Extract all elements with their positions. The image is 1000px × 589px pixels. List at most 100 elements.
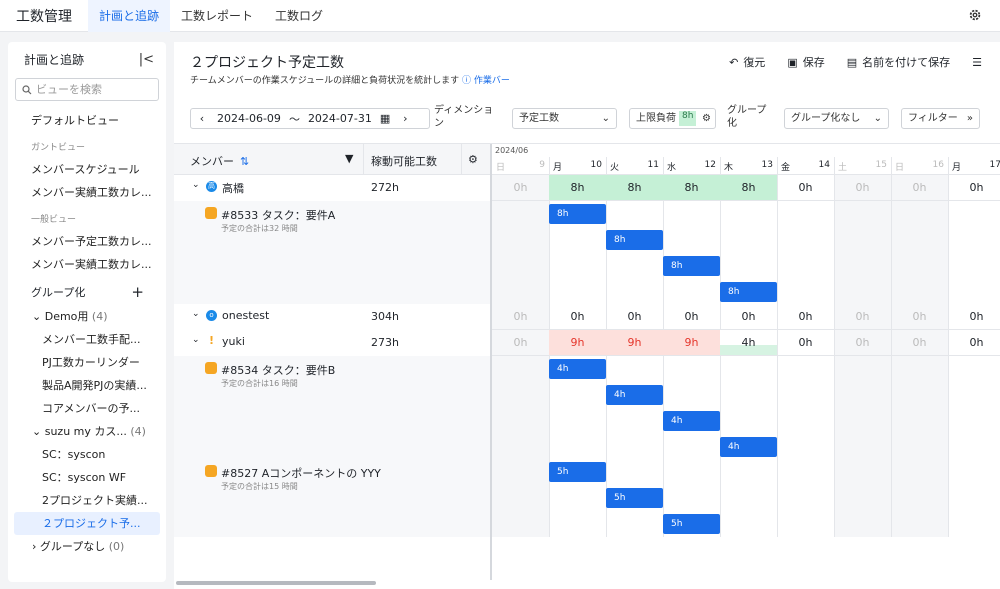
- load-cell[interactable]: 9h: [549, 330, 606, 355]
- load-cell[interactable]: 8h: [720, 175, 777, 200]
- load-cell[interactable]: 0h: [891, 330, 948, 355]
- add-group-icon[interactable]: +: [131, 283, 144, 301]
- tab-hour-log[interactable]: 工数ログ: [264, 0, 334, 32]
- task-bar[interactable]: 4h: [720, 437, 777, 457]
- subtitle-link[interactable]: 作業バー: [474, 76, 510, 86]
- load-cell[interactable]: 0h: [948, 175, 1000, 200]
- view-item[interactable]: SC：syscon: [8, 443, 166, 466]
- horizontal-scrollbar[interactable]: [174, 579, 1000, 587]
- load-cell[interactable]: 0h: [492, 175, 549, 200]
- load-cell[interactable]: 9h: [663, 330, 720, 355]
- load-cell[interactable]: 0h: [549, 304, 606, 329]
- folder-suzu[interactable]: ⌄ suzu my カス... (4): [8, 420, 166, 443]
- view-item[interactable]: メンバー工数手配...: [8, 328, 166, 351]
- load-cell[interactable]: 0h: [891, 175, 948, 200]
- collapse-icon[interactable]: |<: [139, 52, 154, 67]
- folder-count: (0): [108, 540, 125, 553]
- load-cell[interactable]: 0h: [492, 304, 549, 329]
- member-row[interactable]: ⌄ 高 高橋 272h: [174, 175, 490, 201]
- folder-demo[interactable]: ⌄ Demo用 (4): [8, 305, 166, 328]
- view-item-active[interactable]: ２プロジェクト予...: [14, 512, 160, 535]
- load-cell[interactable]: 0h: [777, 175, 834, 200]
- restore-button[interactable]: ↶ 復元: [729, 54, 765, 70]
- scrollbar-thumb[interactable]: [176, 581, 376, 585]
- load-cell[interactable]: 0h: [720, 304, 777, 329]
- load-cell[interactable]: 8h: [606, 175, 663, 200]
- load-cell[interactable]: 0h: [606, 304, 663, 329]
- member-row[interactable]: ⌄ o onestest 304h: [174, 304, 490, 330]
- view-item[interactable]: コアメンバーの予...: [8, 397, 166, 420]
- gear-icon[interactable]: [968, 8, 982, 22]
- chevron-down-icon: ⌄: [873, 113, 882, 124]
- dimension-select[interactable]: 予定工数 ⌄: [512, 108, 617, 129]
- load-cell[interactable]: 0h: [777, 304, 834, 329]
- sidebar-item-member-plan-calendar[interactable]: メンバー予定工数カレ...: [8, 230, 166, 253]
- load-cell[interactable]: 8h: [549, 175, 606, 200]
- weekend-shade: [891, 175, 948, 537]
- load-cell[interactable]: 0h: [891, 304, 948, 329]
- next-icon[interactable]: ›: [394, 112, 416, 125]
- load-cell[interactable]: 0h: [777, 330, 834, 355]
- calendar-icon[interactable]: ▦: [380, 112, 390, 125]
- tab-plan-tracking[interactable]: 計画と追跡: [88, 0, 171, 32]
- load-cell[interactable]: 0h: [663, 304, 720, 329]
- capacity-limit-field[interactable]: 上限負荷 8h ⚙: [629, 108, 716, 129]
- prev-icon[interactable]: ‹: [191, 112, 213, 125]
- row-line: [492, 200, 1000, 201]
- task-row[interactable]: #8527 Aコンポーネントの YYY 予定の合計は15 時間: [174, 459, 490, 537]
- folder-no-group[interactable]: › グループなし (0): [8, 535, 166, 558]
- group-by-select[interactable]: グループ化なし ⌄: [784, 108, 889, 129]
- view-item[interactable]: PJ工数カーリンダー: [8, 351, 166, 374]
- date-range-picker[interactable]: ‹ 2024-06-09 〜 2024-07-31 ▦ ›: [190, 108, 430, 129]
- filter-icon[interactable]: ▼: [345, 152, 353, 165]
- task-row[interactable]: #8533 タスク：要件A 予定の合計は32 時間: [174, 201, 490, 304]
- load-cell[interactable]: 9h: [606, 330, 663, 355]
- view-item[interactable]: 2プロジェクト実績...: [8, 489, 166, 512]
- load-cell[interactable]: 0h: [948, 330, 1000, 355]
- sidebar-item-member-actual-calendar-2[interactable]: メンバー実績工数カレ...: [8, 253, 166, 276]
- load-cell[interactable]: 0h: [492, 330, 549, 355]
- load-cell[interactable]: 0h: [834, 304, 891, 329]
- gear-icon[interactable]: ⚙: [468, 153, 478, 166]
- save-as-button[interactable]: ▤ 名前を付けて保存: [847, 54, 950, 70]
- date-end[interactable]: 2024-07-31: [308, 112, 372, 125]
- chevron-down-icon[interactable]: ⌄: [192, 335, 200, 345]
- view-item[interactable]: SC：syscon WF: [8, 466, 166, 489]
- sidebar-item-default-view[interactable]: デフォルトビュー: [8, 109, 166, 132]
- task-bar[interactable]: 4h: [549, 359, 606, 379]
- task-bar[interactable]: 4h: [606, 385, 663, 405]
- page-subtitle: チームメンバーの作業スケジュールの詳細と負荷状況を統計します ⓘ 作業バー: [190, 73, 510, 86]
- view-search[interactable]: [15, 78, 159, 101]
- load-cell[interactable]: 0h: [948, 304, 1000, 329]
- task-sum: 予定の合計は32 時間: [221, 224, 298, 233]
- member-hours: 272h: [371, 181, 399, 194]
- chevron-down-icon[interactable]: ⌄: [192, 180, 200, 190]
- load-cell[interactable]: 0h: [834, 330, 891, 355]
- view-item[interactable]: 製品A開発PJの実績...: [8, 374, 166, 397]
- task-bar[interactable]: 5h: [606, 488, 663, 508]
- task-bar[interactable]: 8h: [549, 204, 606, 224]
- sidebar-item-member-schedule[interactable]: メンバースケジュール: [8, 158, 166, 181]
- task-name: #8533 タスク：要件A: [221, 209, 336, 222]
- member-row[interactable]: ⌄ ! yuki 273h: [174, 330, 490, 356]
- dimension-label: ディメンション: [434, 105, 494, 129]
- task-bar[interactable]: 4h: [663, 411, 720, 431]
- date-start[interactable]: 2024-06-09: [217, 112, 281, 125]
- task-bar[interactable]: 8h: [720, 282, 777, 302]
- filter-button[interactable]: フィルター»: [901, 108, 980, 129]
- tab-hour-report[interactable]: 工数レポート: [170, 0, 264, 32]
- load-cell[interactable]: 8h: [663, 175, 720, 200]
- chevron-down-icon[interactable]: ⌄: [192, 309, 200, 319]
- task-bar[interactable]: 8h: [606, 230, 663, 250]
- task-bar[interactable]: 5h: [663, 514, 720, 534]
- task-bar[interactable]: 8h: [663, 256, 720, 276]
- member-column-header[interactable]: メンバー ⇅: [190, 153, 249, 169]
- view-search-input[interactable]: [36, 83, 156, 96]
- task-bar[interactable]: 5h: [549, 462, 606, 482]
- list-menu-icon[interactable]: ☰: [972, 56, 982, 69]
- save-button[interactable]: ▣ 保存: [787, 54, 824, 70]
- load-cell[interactable]: 0h: [834, 175, 891, 200]
- task-row[interactable]: #8534 タスク：要件B 予定の合計は16 時間: [174, 356, 490, 459]
- sidebar-item-member-actual-calendar[interactable]: メンバー実績工数カレ...: [8, 181, 166, 204]
- load-cell[interactable]: 4h: [720, 330, 777, 355]
